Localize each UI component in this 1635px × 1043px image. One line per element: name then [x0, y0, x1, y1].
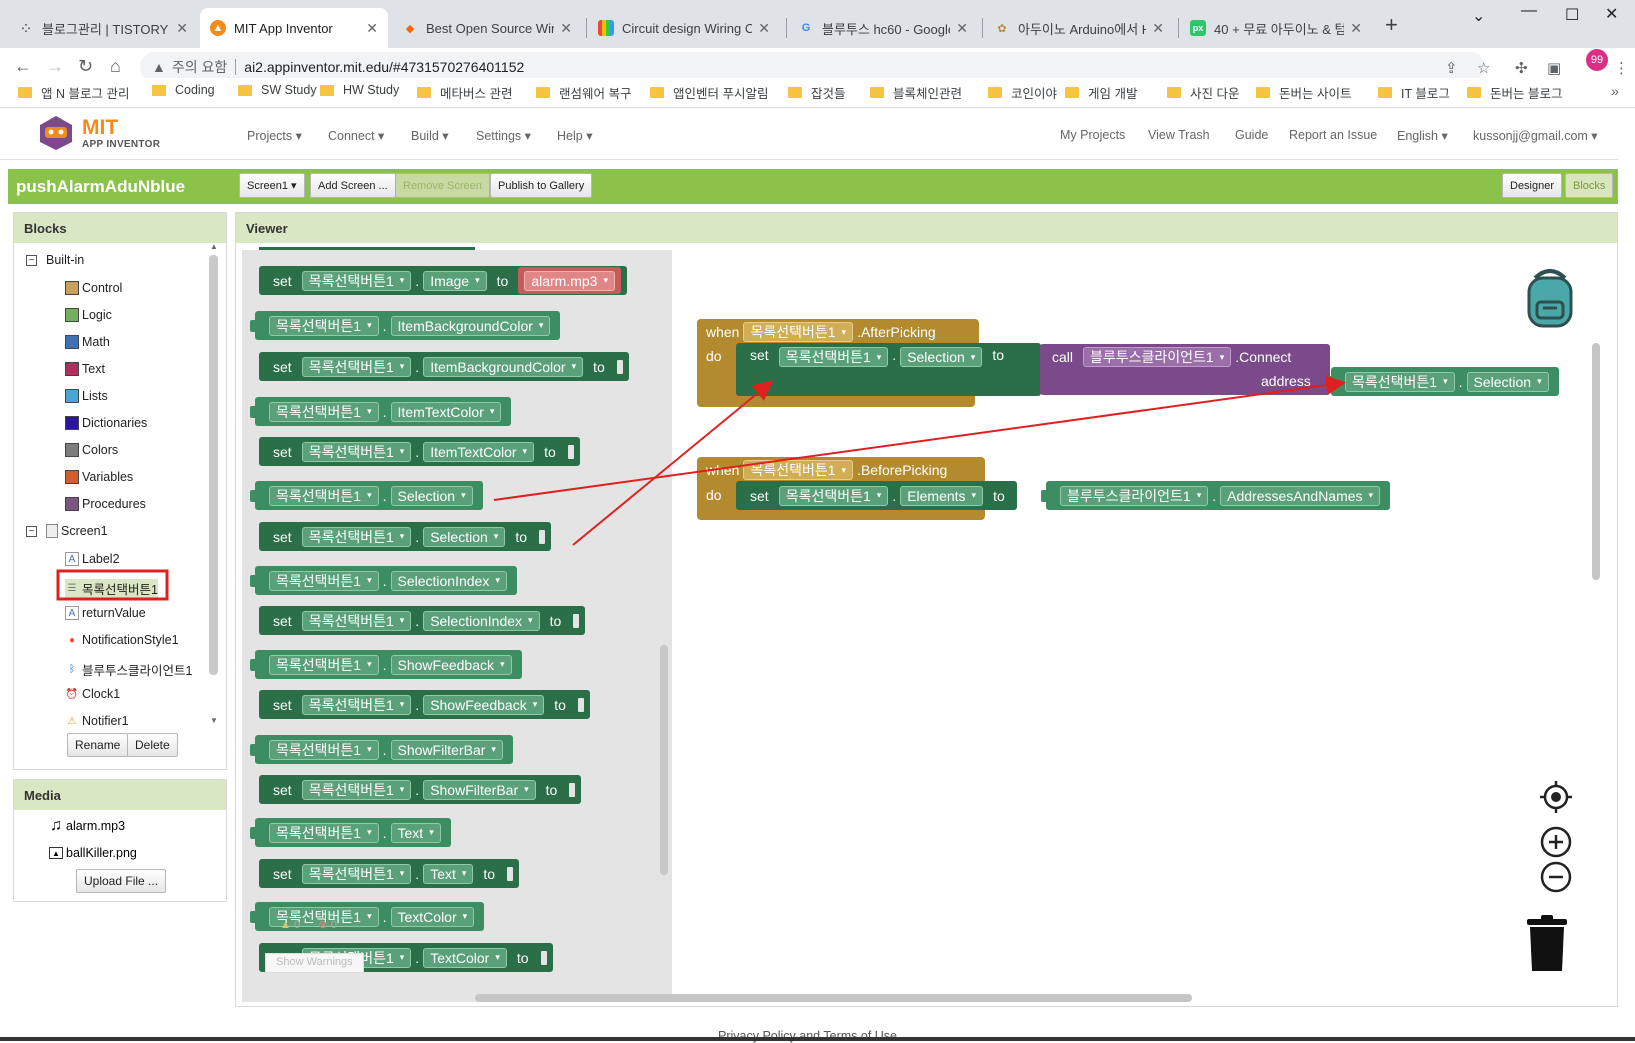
annotation-arrow	[493, 375, 1346, 501]
zoom-in-icon[interactable]	[1539, 825, 1573, 859]
workspace-hscroll[interactable]	[475, 994, 1192, 1002]
recenter-icon[interactable]	[1539, 780, 1573, 814]
selected-component-highlight	[56, 569, 169, 601]
error-icon: ⊗	[318, 919, 328, 931]
warning-icon: ▲	[280, 919, 291, 931]
annotation-overlay	[56, 375, 1346, 601]
trash-icon[interactable]	[1525, 915, 1569, 973]
workspace-vscroll[interactable]	[1592, 343, 1600, 580]
warning-counter: ▲ 0 ⊗ 0	[280, 919, 337, 931]
annotation-arrow	[572, 380, 774, 546]
backpack-icon[interactable]	[1515, 262, 1585, 332]
show-warnings-button[interactable]: Show Warnings	[265, 953, 364, 973]
zoom-out-icon[interactable]	[1539, 860, 1573, 894]
